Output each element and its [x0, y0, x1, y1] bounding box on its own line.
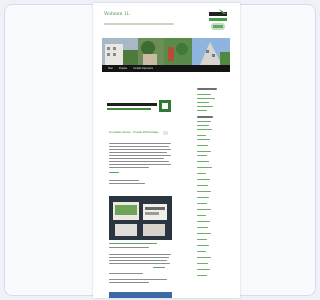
sidebar-link[interactable] [197, 94, 211, 96]
post-text-line [109, 254, 171, 256]
sidebar-link[interactable] [197, 263, 208, 265]
sidebar-link[interactable] [197, 135, 206, 137]
sidebar-link[interactable] [197, 191, 211, 193]
post-photo-2 [109, 292, 172, 298]
site-tagline [104, 23, 174, 25]
sidebar-link[interactable] [197, 251, 206, 253]
sidebar-link[interactable] [197, 269, 210, 271]
post-text-line [109, 263, 170, 265]
sidebar-link[interactable] [197, 257, 211, 259]
post-text-line [109, 260, 167, 262]
sidebar-link[interactable] [197, 203, 207, 205]
sidebar-link[interactable] [197, 145, 208, 147]
post-text-line [109, 146, 169, 148]
post-text-line [109, 158, 164, 160]
post-text-line [109, 161, 169, 163]
post-text-line [109, 164, 171, 166]
sidebar-link[interactable] [197, 139, 210, 141]
post-text-line [109, 247, 149, 249]
sidebar-link[interactable] [197, 179, 210, 181]
post-text-line [109, 155, 171, 157]
brand-logo[interactable] [207, 8, 229, 34]
sidebar-link[interactable] [197, 161, 209, 163]
post-text-line [109, 273, 143, 275]
sidebar-link[interactable] [197, 221, 210, 223]
sidebar-link[interactable] [197, 215, 206, 217]
sidebar-heading [197, 116, 213, 118]
nav-item-projekte[interactable]: Projekte [119, 68, 127, 70]
sidebar-link[interactable] [197, 125, 209, 127]
main-navigation: Start Projekte Kontakt Impressum [102, 65, 230, 72]
header-banner-image [102, 38, 230, 65]
read-more-link[interactable] [109, 172, 119, 174]
sidebar-link[interactable] [197, 121, 211, 123]
read-more-link[interactable] [153, 267, 165, 269]
sidebar-link[interactable] [197, 209, 211, 211]
sidebar-link[interactable] [197, 197, 209, 199]
post-text-line [109, 257, 169, 259]
site-header: Wohnen 1L Start Projekte Kontakt Impress… [93, 3, 240, 73]
sidebar-link[interactable] [197, 151, 211, 153]
sidebar-link[interactable] [197, 173, 206, 175]
post-text-line [109, 183, 145, 185]
post-text-line [109, 143, 171, 145]
sidebar-link[interactable] [197, 239, 207, 241]
sidebar-heading [197, 88, 217, 90]
post-title-2[interactable] [109, 243, 157, 245]
post-text-line [109, 149, 171, 151]
sidebar-link[interactable] [197, 275, 207, 277]
sidebar-link[interactable] [197, 106, 213, 108]
sidebar-link[interactable] [197, 98, 215, 100]
sidebar-link[interactable] [197, 233, 211, 235]
post-title[interactable]: Immobilien News – Projekt Wohnanlage [109, 130, 161, 134]
post-photo [109, 196, 172, 240]
webpage-preview[interactable]: Wohnen 1L Start Projekte Kontakt Impress… [93, 3, 240, 298]
post-text-line [109, 180, 139, 182]
nav-item-kontakt[interactable]: Kontakt Impressum [133, 68, 153, 70]
nav-item-start[interactable]: Start [108, 68, 113, 70]
site-title[interactable]: Wohnen 1L [104, 12, 130, 17]
post-text-line [109, 152, 167, 154]
sidebar-link[interactable] [197, 129, 212, 131]
sidebar-link[interactable] [197, 155, 207, 157]
comment-count-icon[interactable] [163, 131, 168, 135]
post-text-line [109, 282, 149, 284]
sidebar-link[interactable] [197, 227, 208, 229]
post-text-line [109, 279, 167, 281]
post-logo-image [107, 100, 171, 112]
sidebar-link[interactable] [197, 245, 209, 247]
sidebar-link[interactable] [197, 110, 207, 112]
post-text-line [109, 167, 149, 169]
sidebar-link[interactable] [197, 167, 212, 169]
sidebar-link[interactable] [197, 185, 208, 187]
sidebar-link[interactable] [197, 102, 209, 104]
